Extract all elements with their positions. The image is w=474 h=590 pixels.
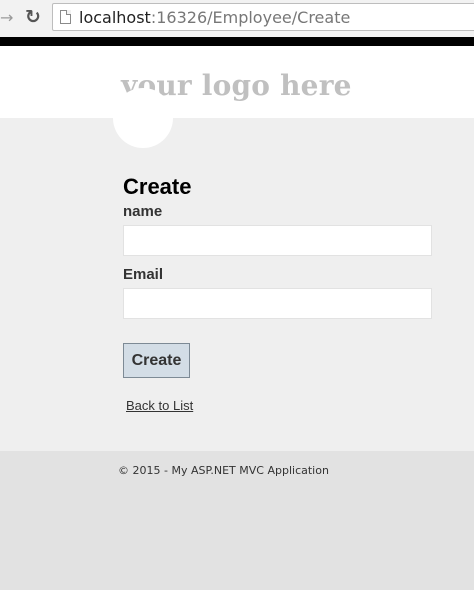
back-to-list-link[interactable]: Back to List — [126, 398, 193, 413]
page-icon — [60, 10, 71, 24]
url-host: localhost — [79, 8, 151, 27]
top-bar — [0, 37, 474, 46]
url-path: :16326/Employee/Create — [150, 8, 351, 27]
create-form: Create name Email Create Back to List — [123, 174, 433, 415]
create-button[interactable]: Create — [123, 343, 190, 378]
site-footer: © 2015 - My ASP.NET MVC Application — [0, 451, 474, 590]
address-bar[interactable]: localhost:16326/Employee/Create — [52, 3, 474, 31]
forward-arrow-icon[interactable]: → — [0, 8, 14, 28]
email-label: Email — [123, 266, 164, 283]
email-input[interactable] — [123, 288, 432, 319]
copyright-text: © 2015 - My ASP.NET MVC Application — [118, 464, 329, 477]
name-label: name — [123, 203, 163, 220]
reload-icon[interactable]: ↻ — [22, 6, 44, 28]
url-text[interactable]: localhost:16326/Employee/Create — [79, 8, 350, 28]
header-tab-decoration — [113, 88, 173, 148]
main-content: Create name Email Create Back to List — [0, 88, 474, 451]
browser-toolbar: → ↻ localhost:16326/Employee/Create — [0, 0, 474, 37]
name-input[interactable] — [123, 225, 432, 256]
page-title: Create — [123, 174, 192, 199]
site-header: your logo here — [0, 46, 474, 118]
